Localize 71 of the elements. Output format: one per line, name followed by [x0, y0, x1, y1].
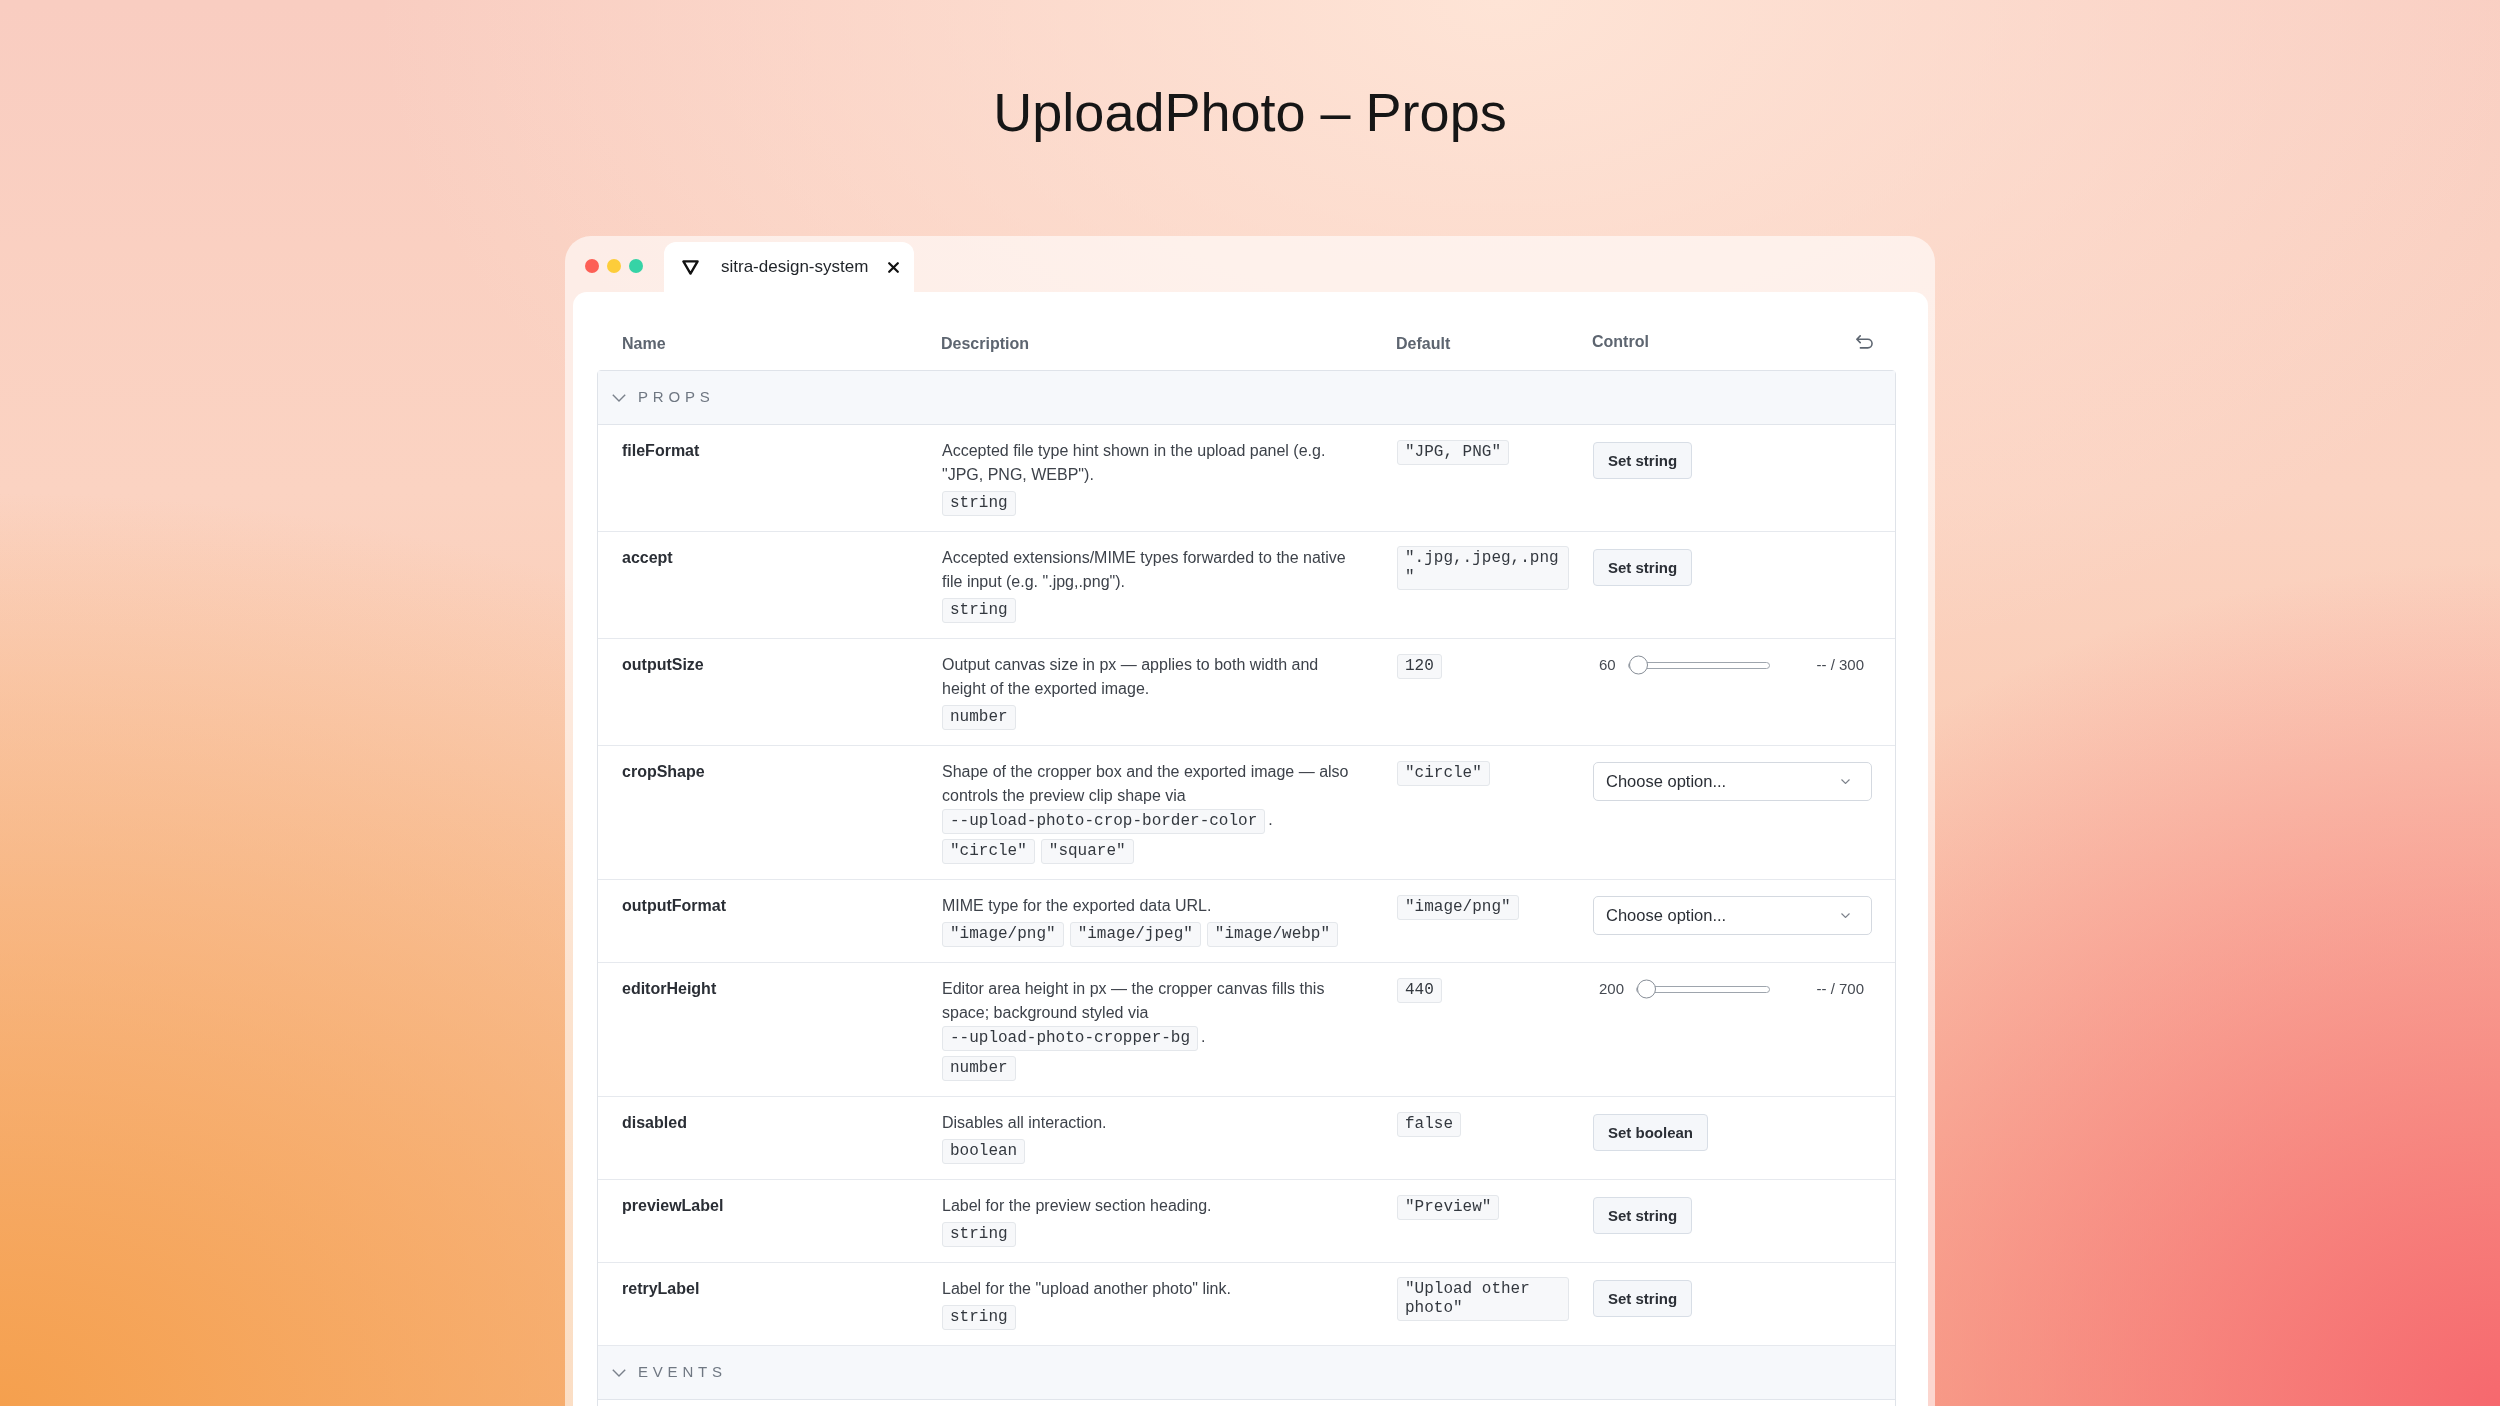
prop-name: fileFormat — [621, 441, 700, 461]
triangle-icon — [682, 259, 699, 275]
description-text: . — [1201, 1028, 1206, 1045]
dropdown[interactable]: Choose option... — [1593, 762, 1872, 801]
slider-thumb[interactable] — [1637, 979, 1657, 999]
prop-name: editorHeight — [621, 979, 717, 999]
slider-min-label: 200 — [1599, 978, 1625, 999]
type-tag: "circle" — [942, 839, 1035, 864]
type-tag: string — [942, 491, 1016, 516]
type-tag: number — [942, 705, 1016, 730]
slider-thumb[interactable] — [1628, 655, 1648, 675]
type-tag: "image/png" — [942, 922, 1064, 947]
column-header: Name — [622, 335, 666, 352]
default-value: "Preview" — [1397, 1195, 1500, 1220]
type-tag: "image/jpeg" — [1069, 922, 1201, 947]
default-value: 440 — [1397, 978, 1442, 1003]
page-title: UploadPhoto – Props — [993, 81, 1507, 144]
description-text: Output canvas size in px — applies to both width and height of the exported image. — [942, 656, 1319, 697]
description-text: . — [1268, 811, 1273, 828]
dropdown[interactable]: Choose option... — [1593, 896, 1872, 935]
css-variable-code: --upload-photo-cropper-bg — [942, 1026, 1199, 1051]
set-button[interactable]: Set string — [1593, 442, 1693, 479]
prop-name: outputFormat — [621, 896, 726, 916]
set-button[interactable]: Set string — [1593, 1280, 1693, 1317]
type-tag: string — [942, 1222, 1016, 1247]
slider-min-label: 60 — [1599, 654, 1616, 675]
type-tag: number — [942, 1056, 1016, 1081]
chevron-down-icon — [1841, 779, 1850, 784]
default-value: "circle" — [1397, 761, 1490, 786]
description-text: Shape of the cropper box and the exported image — also controls the preview clip shape via — [942, 762, 1350, 806]
description-text: Disables all interaction. — [942, 1114, 1107, 1131]
set-button[interactable]: Set string — [1593, 1197, 1693, 1234]
prop-name: retryLabel — [621, 1279, 700, 1299]
default-value: 120 — [1397, 654, 1442, 679]
description-text: Accepted file type hint shown in the upload panel (e.g. "JPG, PNG, WEBP"). — [942, 442, 1326, 483]
default-value: "Upload other photo" — [1397, 1277, 1569, 1321]
close-window-icon[interactable] — [585, 259, 599, 273]
prop-name: accept — [621, 548, 673, 568]
set-button[interactable]: Set boolean — [1593, 1114, 1708, 1151]
prop-name: outputSize — [621, 655, 704, 675]
type-tag: string — [942, 598, 1016, 623]
default-value: false — [1397, 1112, 1461, 1137]
default-value: "JPG, PNG" — [1397, 440, 1509, 465]
column-header: Description — [941, 335, 1029, 352]
default-value: ".jpg,.jpeg,.png" — [1397, 546, 1569, 590]
column-header: Default — [1396, 335, 1451, 352]
description-text: MIME type for the exported data URL. — [942, 897, 1212, 914]
prop-name: cropShape — [621, 762, 705, 782]
type-tag: boolean — [942, 1139, 1026, 1164]
section-header[interactable]: EVENTS — [598, 1346, 1895, 1400]
browser-tab[interactable]: sitra-design-system — [664, 242, 915, 292]
slider-max-label: -- / 700 — [1815, 978, 1864, 999]
default-value: "image/png" — [1397, 895, 1519, 920]
type-tag: string — [942, 1305, 1016, 1330]
description-text: Label for the preview section heading. — [942, 1197, 1212, 1214]
slider-max-label: -- / 300 — [1815, 654, 1864, 675]
set-button[interactable]: Set string — [1593, 549, 1693, 586]
prop-name: previewLabel — [621, 1196, 724, 1216]
description-text: Editor area height in px — the cropper canvas fills this space; background styled via — [942, 979, 1326, 1023]
type-tag: "square" — [1040, 839, 1134, 864]
description-text: Accepted extensions/MIME types forwarded to the native file input (e.g. ".jpg,.png"). — [942, 549, 1346, 590]
column-header: Control — [1592, 332, 1649, 352]
type-tag: "image/webp" — [1206, 922, 1339, 947]
chevron-down-icon — [1841, 913, 1850, 918]
prop-name: disabled — [621, 1113, 687, 1133]
section-header[interactable]: PROPS — [598, 371, 1895, 425]
undo-icon[interactable] — [1856, 335, 1873, 349]
description-text: Label for the "upload another photo" link. — [942, 1280, 1231, 1297]
css-variable-code: --upload-photo-crop-border-color — [942, 809, 1266, 834]
close-icon[interactable] — [888, 261, 900, 273]
maximize-window-icon[interactable] — [629, 259, 643, 273]
